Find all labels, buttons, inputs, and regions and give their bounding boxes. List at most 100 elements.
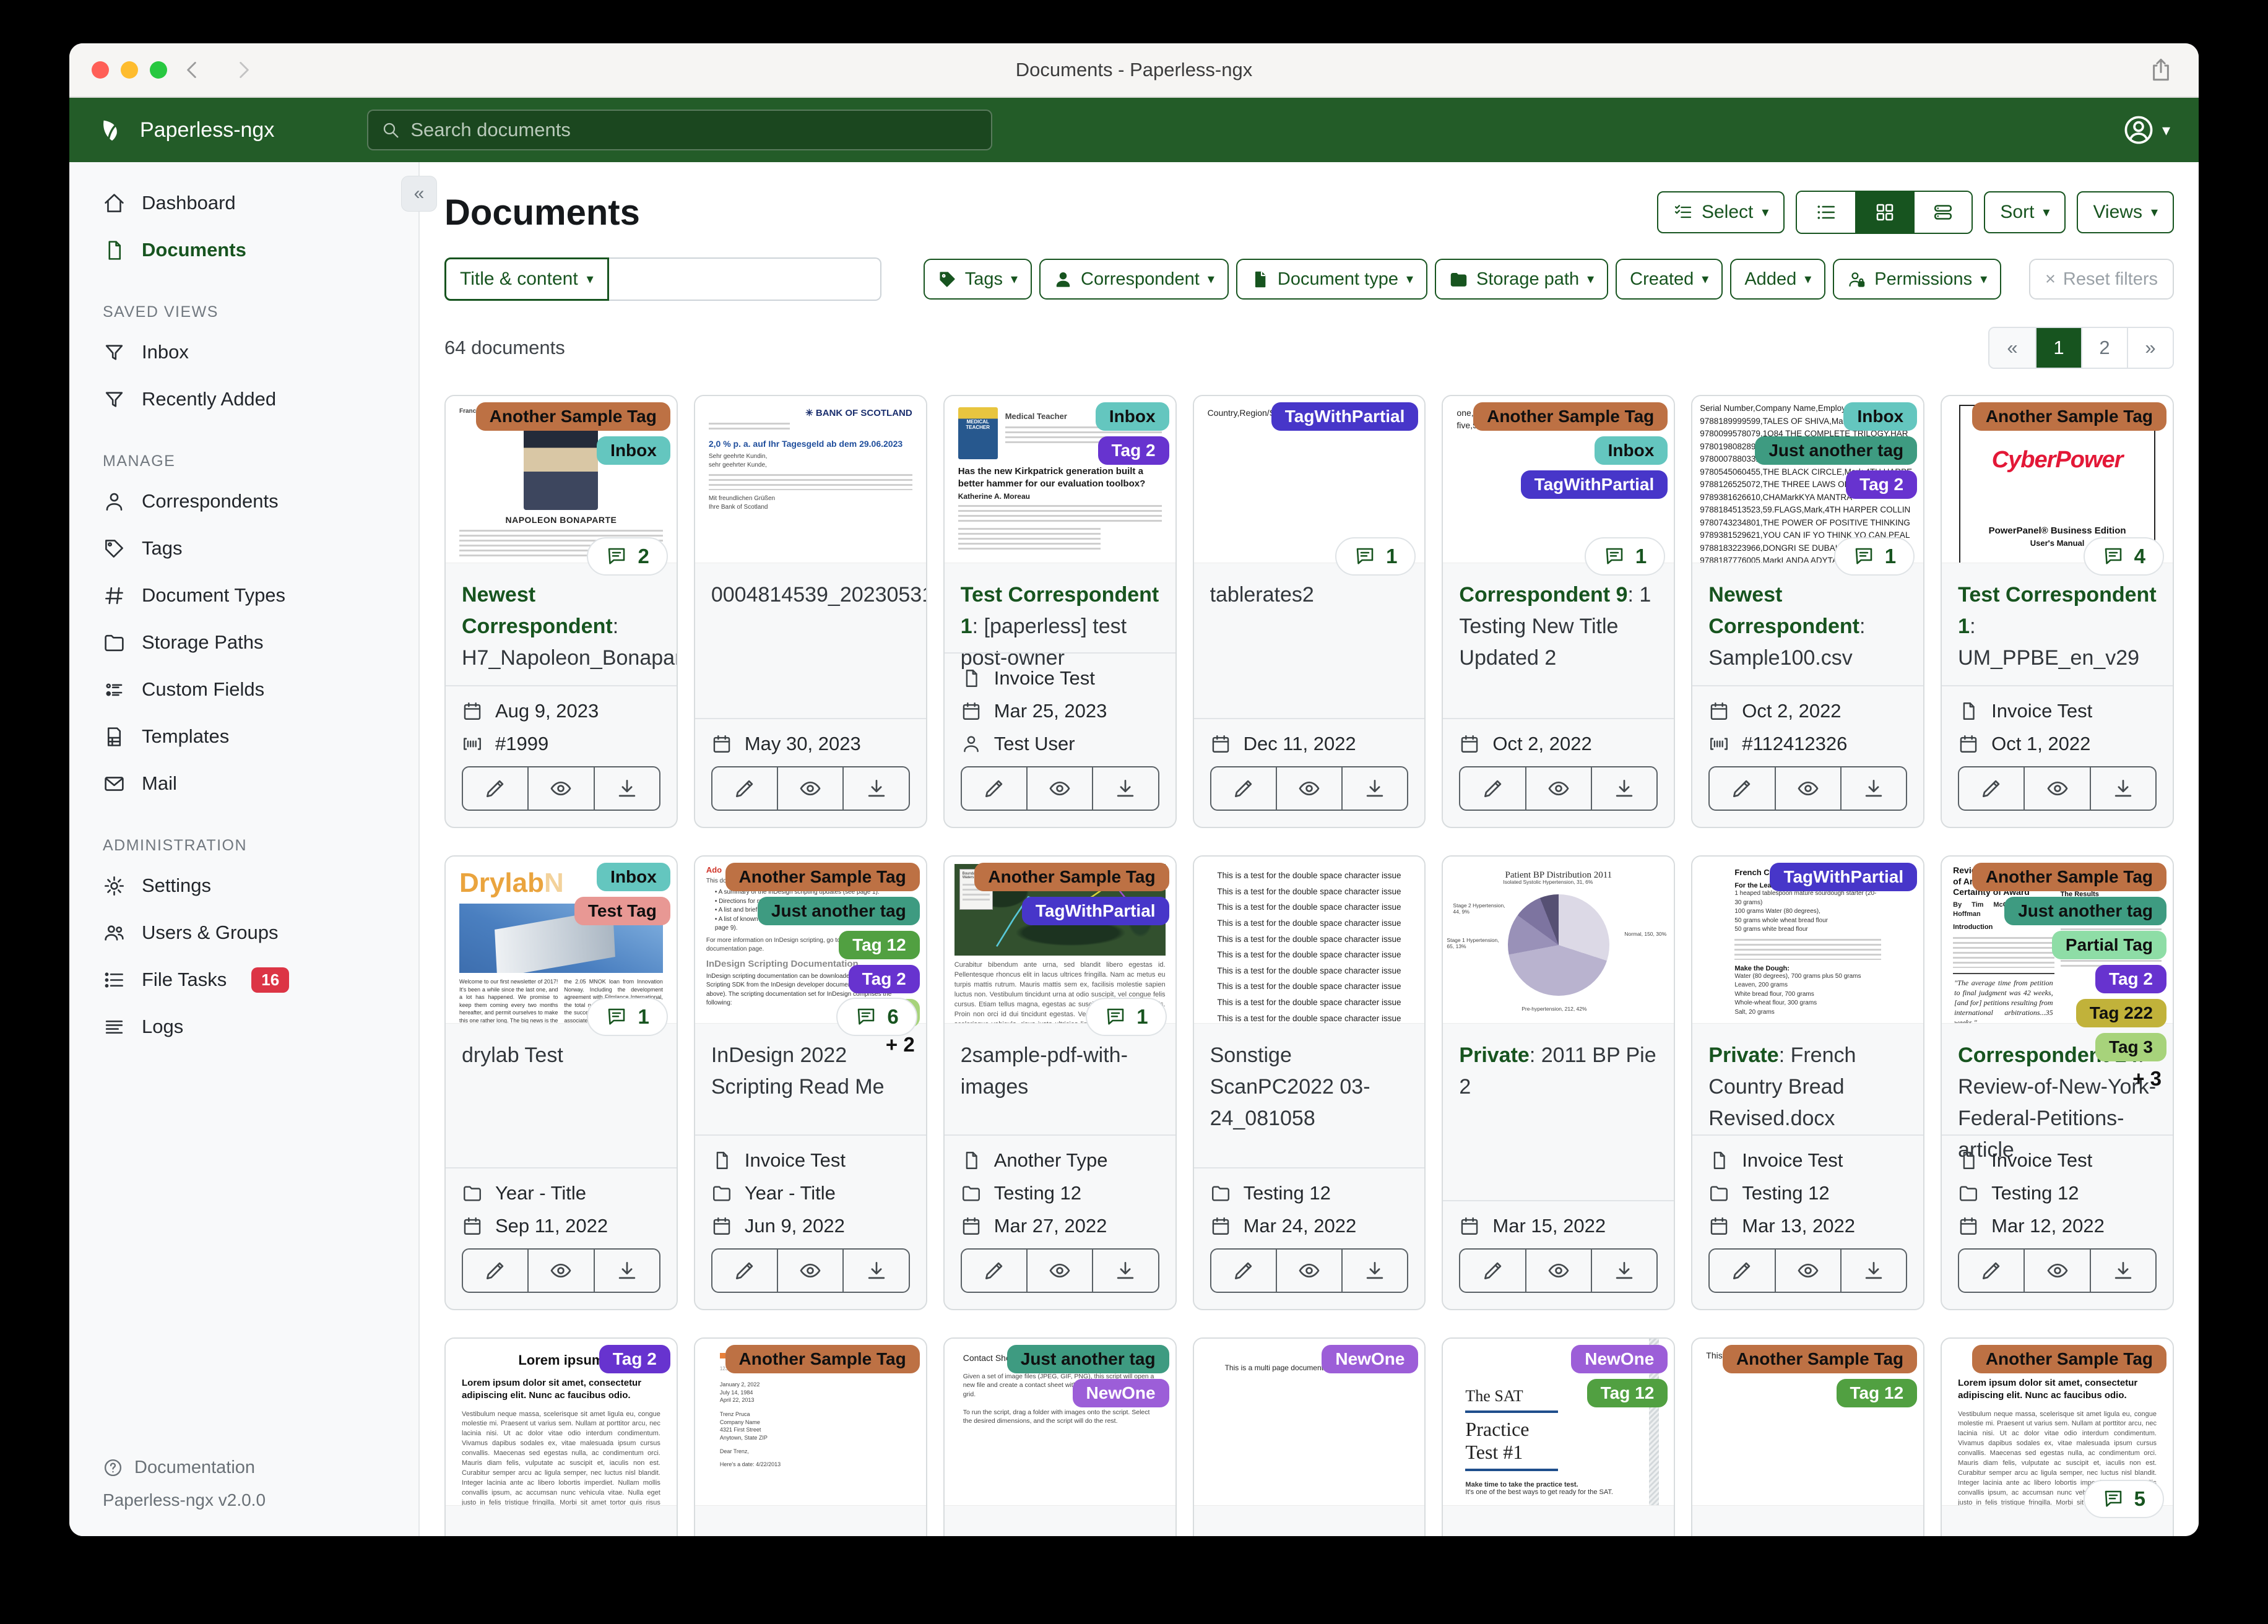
field-selector-button[interactable]: Title & content ▾ — [444, 257, 609, 301]
card-correspondent[interactable]: Private — [1459, 1043, 1529, 1067]
view-grid-button[interactable] — [1855, 192, 1914, 233]
document-title[interactable]: Test Correspondent 1: UM_PPBE_en_v29 — [1958, 579, 2157, 674]
pagination-next-button[interactable]: » — [2127, 328, 2173, 368]
tag-pill[interactable]: Another Sample Tag — [1972, 1345, 2166, 1373]
tag-pill[interactable]: Inbox — [1843, 402, 1918, 431]
download-button[interactable] — [1341, 767, 1407, 810]
tag-pill[interactable]: Another Sample Tag — [1972, 863, 2166, 891]
edit-button[interactable] — [1460, 767, 1525, 810]
comment-count-badge[interactable]: 1 — [1833, 537, 1915, 576]
document-title[interactable]: 0004814539_20230531 — [711, 579, 926, 611]
tag-pill[interactable]: Another Sample Tag — [974, 863, 1169, 891]
filter-storage-path-button[interactable]: Storage path ▾ — [1435, 259, 1609, 300]
tag-pill[interactable]: Another Sample Tag — [725, 1345, 920, 1373]
edit-button[interactable] — [463, 767, 527, 810]
tag-pill[interactable]: Tag 2 — [599, 1345, 670, 1373]
download-button[interactable] — [593, 1250, 659, 1292]
edit-button[interactable] — [712, 1250, 777, 1292]
pagination-prev-button[interactable]: « — [1989, 328, 2035, 368]
comment-count-badge[interactable]: 6 — [836, 998, 917, 1036]
documentation-link[interactable]: Documentation — [103, 1458, 418, 1478]
sidebar-item-settings[interactable]: Settings — [69, 862, 418, 909]
tag-pill[interactable]: TagWithPartial — [1520, 470, 1668, 499]
comment-count-badge[interactable]: 1 — [1584, 537, 1666, 576]
preview-button[interactable] — [1026, 1250, 1092, 1292]
sidebar-item-recently-added[interactable]: Recently Added — [69, 376, 418, 423]
download-button[interactable] — [1590, 1250, 1656, 1292]
preview-button[interactable] — [1774, 1250, 1840, 1292]
edit-button[interactable] — [1460, 1250, 1525, 1292]
filter-permissions-button[interactable]: Permissions ▾ — [1833, 259, 2002, 300]
tag-pill[interactable]: Just another tag — [757, 897, 920, 925]
preview-button[interactable] — [1525, 767, 1591, 810]
tag-pill[interactable]: Tag 3 — [2095, 1033, 2166, 1061]
sidebar-item-documents[interactable]: Documents — [69, 227, 418, 274]
edit-button[interactable] — [1710, 1250, 1774, 1292]
preview-button[interactable] — [1525, 1250, 1591, 1292]
edit-button[interactable] — [1211, 767, 1276, 810]
tag-pill[interactable]: Another Sample Tag — [1972, 402, 2166, 431]
tag-pill[interactable]: Another Sample Tag — [475, 402, 670, 431]
maximize-window-button[interactable] — [150, 61, 167, 79]
preview-button[interactable] — [1275, 1250, 1341, 1292]
sort-button[interactable]: Sort ▾ — [1984, 191, 2066, 233]
download-button[interactable] — [2089, 1250, 2155, 1292]
document-thumbnail[interactable]: ✳ BANK OF SCOTLAND 2,0 % p. a. auf Ihr Ta… — [695, 396, 926, 563]
sidebar-collapse-button[interactable]: « — [401, 176, 437, 212]
sidebar-item-dashboard[interactable]: Dashboard — [69, 179, 418, 227]
document-title[interactable]: Newest Correspondent: H7_Napoleon_Bonapa… — [462, 579, 677, 674]
sidebar-item-mail[interactable]: Mail — [69, 760, 418, 807]
user-account-menu[interactable]: ▾ — [2123, 114, 2170, 146]
comment-count-badge[interactable]: 4 — [2083, 537, 2164, 576]
sidebar-item-logs[interactable]: Logs — [69, 1003, 418, 1050]
filter-tags-button[interactable]: Tags ▾ — [923, 259, 1032, 300]
forward-icon[interactable] — [230, 58, 255, 82]
minimize-window-button[interactable] — [121, 61, 138, 79]
card-correspondent[interactable]: Correspondent 9 — [1459, 583, 1627, 607]
sidebar-item-custom-fields[interactable]: Custom Fields — [69, 666, 418, 713]
sidebar-item-storage-paths[interactable]: Storage Paths — [69, 619, 418, 666]
preview-button[interactable] — [2023, 767, 2089, 810]
sidebar-item-document-types[interactable]: Document Types — [69, 572, 418, 619]
tag-pill[interactable]: Another Sample Tag — [1722, 1345, 1918, 1373]
preview-button[interactable] — [527, 767, 593, 810]
edit-button[interactable] — [1959, 767, 2023, 810]
filter-document-type-button[interactable]: Document type ▾ — [1236, 259, 1427, 300]
sidebar-item-correspondents[interactable]: Correspondents — [69, 478, 418, 525]
tag-pill[interactable]: NewOne — [1072, 1379, 1169, 1407]
tag-pill[interactable]: Partial Tag — [2051, 931, 2166, 959]
document-title[interactable]: Private: 2011 BP Pie 2 — [1459, 1040, 1658, 1103]
download-button[interactable] — [1590, 767, 1656, 810]
document-title[interactable]: Correspondent 9: 1 Testing New Title Upd… — [1459, 579, 1658, 674]
search-input[interactable] — [410, 119, 979, 141]
edit-button[interactable] — [962, 1250, 1026, 1292]
tag-pill[interactable]: Tag 12 — [839, 931, 920, 959]
card-correspondent[interactable]: Test Correspondent 1 — [1958, 583, 2157, 638]
share-icon[interactable] — [2148, 57, 2174, 83]
edit-button[interactable] — [1211, 1250, 1276, 1292]
tag-pill[interactable]: Just another tag — [1006, 1345, 1169, 1373]
document-thumbnail[interactable]: Patient BP Distribution 2011 Isolated Sys… — [1443, 857, 1674, 1024]
preview-button[interactable] — [777, 1250, 842, 1292]
tag-pill[interactable]: Test Tag — [574, 897, 670, 925]
tag-pill[interactable]: Tag 222 — [2075, 999, 2166, 1027]
document-title[interactable]: drylab Test — [462, 1040, 660, 1071]
filter-added-button[interactable]: Added ▾ — [1730, 259, 1826, 300]
preview-button[interactable] — [2023, 1250, 2089, 1292]
download-button[interactable] — [1092, 1250, 1158, 1292]
close-window-button[interactable] — [92, 61, 109, 79]
download-button[interactable] — [842, 767, 908, 810]
preview-button[interactable] — [1774, 767, 1840, 810]
tag-pill[interactable]: Tag 2 — [1097, 436, 1169, 465]
comment-count-badge[interactable]: 2 — [587, 537, 668, 576]
tag-pill[interactable]: TagWithPartial — [1271, 402, 1419, 431]
download-button[interactable] — [842, 1250, 908, 1292]
sidebar-item-tags[interactable]: Tags — [69, 525, 418, 572]
download-button[interactable] — [1840, 767, 1906, 810]
tag-pill[interactable]: Inbox — [1095, 402, 1169, 431]
tag-pill[interactable]: Inbox — [597, 863, 670, 891]
tag-pill[interactable]: Tag 12 — [1836, 1379, 1918, 1407]
tag-pill[interactable]: Just another tag — [2004, 897, 2166, 925]
tag-pill[interactable]: Inbox — [1594, 436, 1668, 465]
comment-count-badge[interactable]: 5 — [2083, 1480, 2164, 1518]
